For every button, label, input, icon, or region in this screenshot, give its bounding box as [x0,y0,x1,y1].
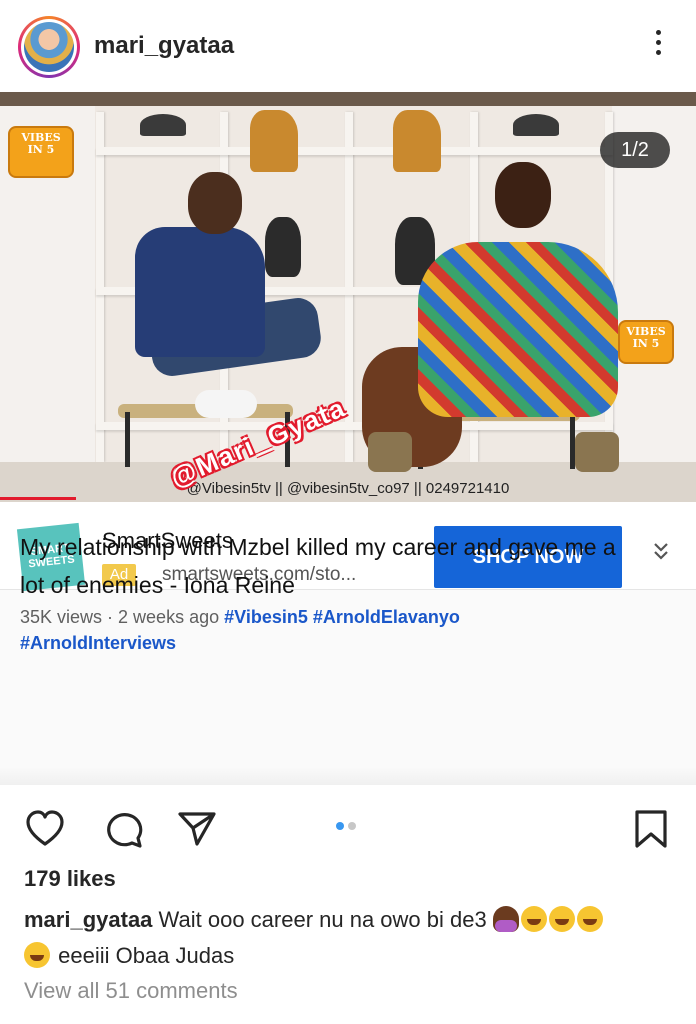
laughing-emoji [548,906,575,932]
boot [368,432,412,472]
laughing-emoji [24,942,50,968]
progress-line [0,497,76,500]
guest-head [495,162,551,228]
carousel-dot-active [336,822,344,830]
shoe [195,390,257,418]
hashtag[interactable]: #ArnoldElavanyo [313,607,460,627]
comment-icon[interactable] [102,808,144,850]
more-options-icon[interactable] [650,30,666,64]
video-credit: @Vibesin5tv || @vibesin5tv_co97 || 02497… [186,480,510,497]
video-title: My relationship with Mzbel killed my car… [20,534,616,598]
caption-text: Wait ooo career nu na owo bi de3 [158,907,487,932]
statue [265,217,301,277]
laughing-emoji [576,906,603,932]
hashtag[interactable]: #Vibesin5 [224,607,308,627]
avatar-image [24,22,74,72]
video-frame: VIBES IN 5 VIBES IN 5 1/2 @Vibesin5tv || @… [0,92,696,502]
horse-figurine [393,110,441,172]
video-views: 35K views · 2 weeks ago [20,607,220,627]
action-bar [0,800,696,852]
video-meta: 35K views · 2 weeks ago #Vibesin5 #Arnol… [20,604,640,656]
share-icon[interactable] [176,808,218,850]
guest-dress [418,242,618,417]
media-bottom-fade [0,767,696,785]
vibes-logo: VIBES IN 5 [618,320,674,364]
caption-username[interactable]: mari_gyataa [24,907,152,932]
caption-text-2: eeeiii Obaa Judas [58,943,235,968]
person-shrugging-emoji [492,906,519,932]
lamp [140,114,186,136]
avatar[interactable] [18,16,80,78]
chevron-down-icon[interactable] [652,538,670,556]
carousel-counter: 1/2 [600,132,670,168]
vibes-logo: VIBES IN 5 [8,126,74,178]
bookmark-icon[interactable] [630,808,672,850]
hashtag[interactable]: #ArnoldInterviews [20,633,176,653]
likes-count[interactable]: 179 likes [24,866,116,892]
lamp [513,114,559,136]
laughing-emoji [520,906,547,932]
heart-icon[interactable] [24,808,66,850]
post-username[interactable]: mari_gyataa [94,32,234,60]
boot [575,432,619,472]
caption: mari_gyataa Wait ooo career nu na owo bi… [24,902,674,974]
carousel-dot [348,822,356,830]
shelf [96,422,613,430]
shelf [96,147,613,155]
post-header: mari_gyataa [0,0,696,92]
horse-figurine [250,110,298,172]
view-comments-link[interactable]: View all 51 comments [24,978,238,1004]
interviewer-head [188,172,242,234]
interviewer-body [135,227,265,357]
carousel-dots [336,822,356,830]
post-media[interactable]: VIBES IN 5 VIBES IN 5 1/2 @Vibesin5tv || @… [0,92,696,785]
